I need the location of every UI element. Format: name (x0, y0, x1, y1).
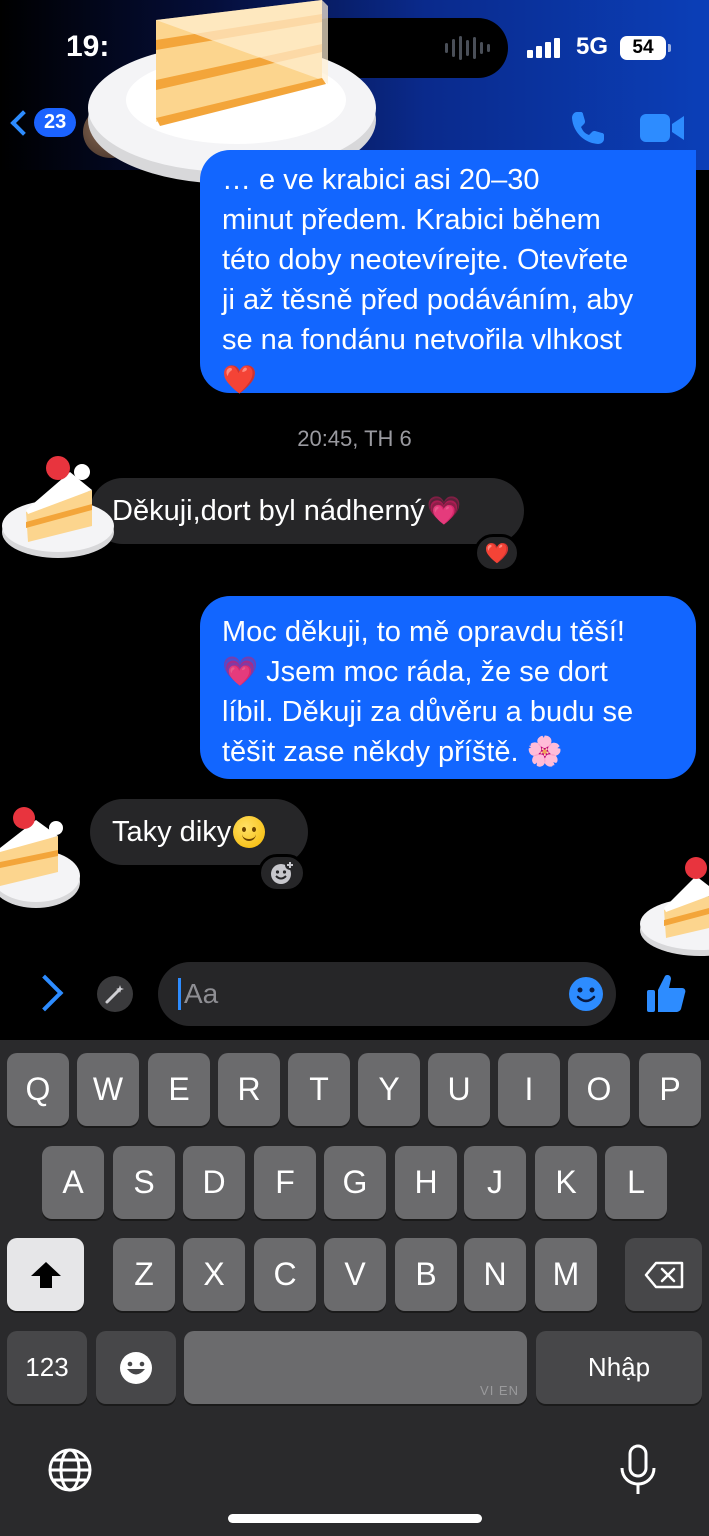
message-line: minut předem. Krabici během (222, 204, 601, 236)
key-v[interactable]: V (324, 1238, 386, 1311)
video-camera-icon[interactable] (638, 112, 686, 144)
add-reaction-button[interactable] (258, 854, 306, 892)
backspace-icon (644, 1261, 683, 1288)
thumbs-up-icon[interactable] (645, 972, 687, 1014)
shift-key[interactable] (7, 1238, 84, 1311)
language-hint: VI EN (480, 1383, 519, 1398)
heart-reaction[interactable]: ❤️ (474, 534, 520, 572)
message-line: … e ve krabici asi 20–30 (222, 164, 540, 196)
incoming-message[interactable]: Děkuji,dort byl nádherný 💗 (90, 478, 524, 544)
message-line: Moc děkuji, to mě opravdu těší! (222, 616, 625, 648)
key-c[interactable]: C (254, 1238, 316, 1311)
key-y[interactable]: Y (358, 1053, 420, 1126)
message-timestamp: 20:45, TH 6 (297, 426, 412, 451)
key-d[interactable]: D (183, 1146, 245, 1219)
chevron-left-icon (10, 109, 36, 136)
key-q[interactable]: Q (7, 1053, 69, 1126)
growing-heart-emoji: 💗 (426, 495, 462, 526)
key-l[interactable]: L (605, 1146, 667, 1219)
message-input-placeholder: Aa (184, 978, 219, 1009)
key-t[interactable]: T (288, 1053, 350, 1126)
key-m[interactable]: M (535, 1238, 597, 1311)
cake-slice-sticker (640, 857, 709, 956)
audio-wave-icon (445, 36, 490, 60)
emoji-face-icon (120, 1351, 152, 1384)
return-key[interactable]: Nhập (536, 1331, 702, 1404)
message-line: 💗 Jsem moc ráda, že se dort (222, 656, 608, 688)
globe-icon[interactable] (46, 1446, 94, 1494)
slightly-smiling-face-icon (233, 816, 266, 848)
message-line: líbil. Děkuji za důvěru a budu se (222, 696, 634, 728)
numbers-key[interactable]: 123 (7, 1331, 87, 1404)
message-text: Taky diky (112, 816, 232, 848)
cellular-signal-icon (527, 38, 560, 58)
outgoing-message[interactable]: Moc děkuji, to mě opravdu těší! 💗 Jsem m… (200, 596, 696, 779)
key-u[interactable]: U (428, 1053, 490, 1126)
magic-wand-icon (105, 985, 124, 1004)
key-r[interactable]: R (218, 1053, 280, 1126)
message-line: této doby neotevírejte. Otevřete (222, 244, 629, 276)
key-b[interactable]: B (395, 1238, 457, 1311)
key-k[interactable]: K (535, 1146, 597, 1219)
network-type: 5G (576, 33, 609, 60)
key-g[interactable]: G (324, 1146, 386, 1219)
add-reaction-icon (271, 860, 295, 884)
key-i[interactable]: I (498, 1053, 560, 1126)
key-h[interactable]: H (395, 1146, 457, 1219)
key-j[interactable]: J (464, 1146, 526, 1219)
key-x[interactable]: X (183, 1238, 245, 1311)
text-caret (178, 978, 181, 1010)
key-o[interactable]: O (568, 1053, 630, 1126)
key-p[interactable]: P (639, 1053, 701, 1126)
key-f[interactable]: F (254, 1146, 316, 1219)
key-s[interactable]: S (113, 1146, 175, 1219)
heart-reaction-icon: ❤️ (484, 542, 510, 565)
key-a[interactable]: A (42, 1146, 104, 1219)
red-heart-emoji: ❤️ (222, 364, 257, 395)
microphone-icon[interactable] (618, 1444, 658, 1496)
emoji-key[interactable] (96, 1331, 176, 1404)
expand-actions-chevron-icon[interactable] (26, 974, 64, 1012)
message-line: ji až těsně před podáváním, aby (222, 284, 634, 316)
phone-icon[interactable] (568, 108, 608, 148)
cake-slice-sticker (0, 807, 80, 908)
emoji-picker-icon[interactable] (568, 976, 604, 1012)
space-bar[interactable]: VI EN (184, 1331, 527, 1404)
battery-indicator: 54 (620, 36, 671, 60)
home-indicator (228, 1514, 482, 1523)
shift-arrow-icon (30, 1261, 61, 1288)
message-text: Děkuji,dort byl nádherný (112, 495, 425, 527)
message-line: těšit zase někdy příště. 🌸 (222, 736, 563, 768)
outgoing-message[interactable]: … e ve krabici asi 20–30 minut předem. K… (200, 150, 696, 395)
backspace-key[interactable] (625, 1238, 702, 1311)
back-button[interactable]: 23 (10, 108, 77, 137)
key-e[interactable]: E (148, 1053, 210, 1126)
key-z[interactable]: Z (113, 1238, 175, 1311)
unread-count-badge: 23 (34, 108, 77, 137)
magic-wand-button[interactable] (97, 976, 133, 1012)
message-line: se na fondánu netvořila vlhkost (222, 324, 622, 356)
key-w[interactable]: W (77, 1053, 139, 1126)
cake-slice-sticker (2, 456, 114, 558)
message-input[interactable]: Aa (158, 962, 616, 1026)
key-n[interactable]: N (464, 1238, 526, 1311)
battery-level: 54 (632, 37, 654, 58)
